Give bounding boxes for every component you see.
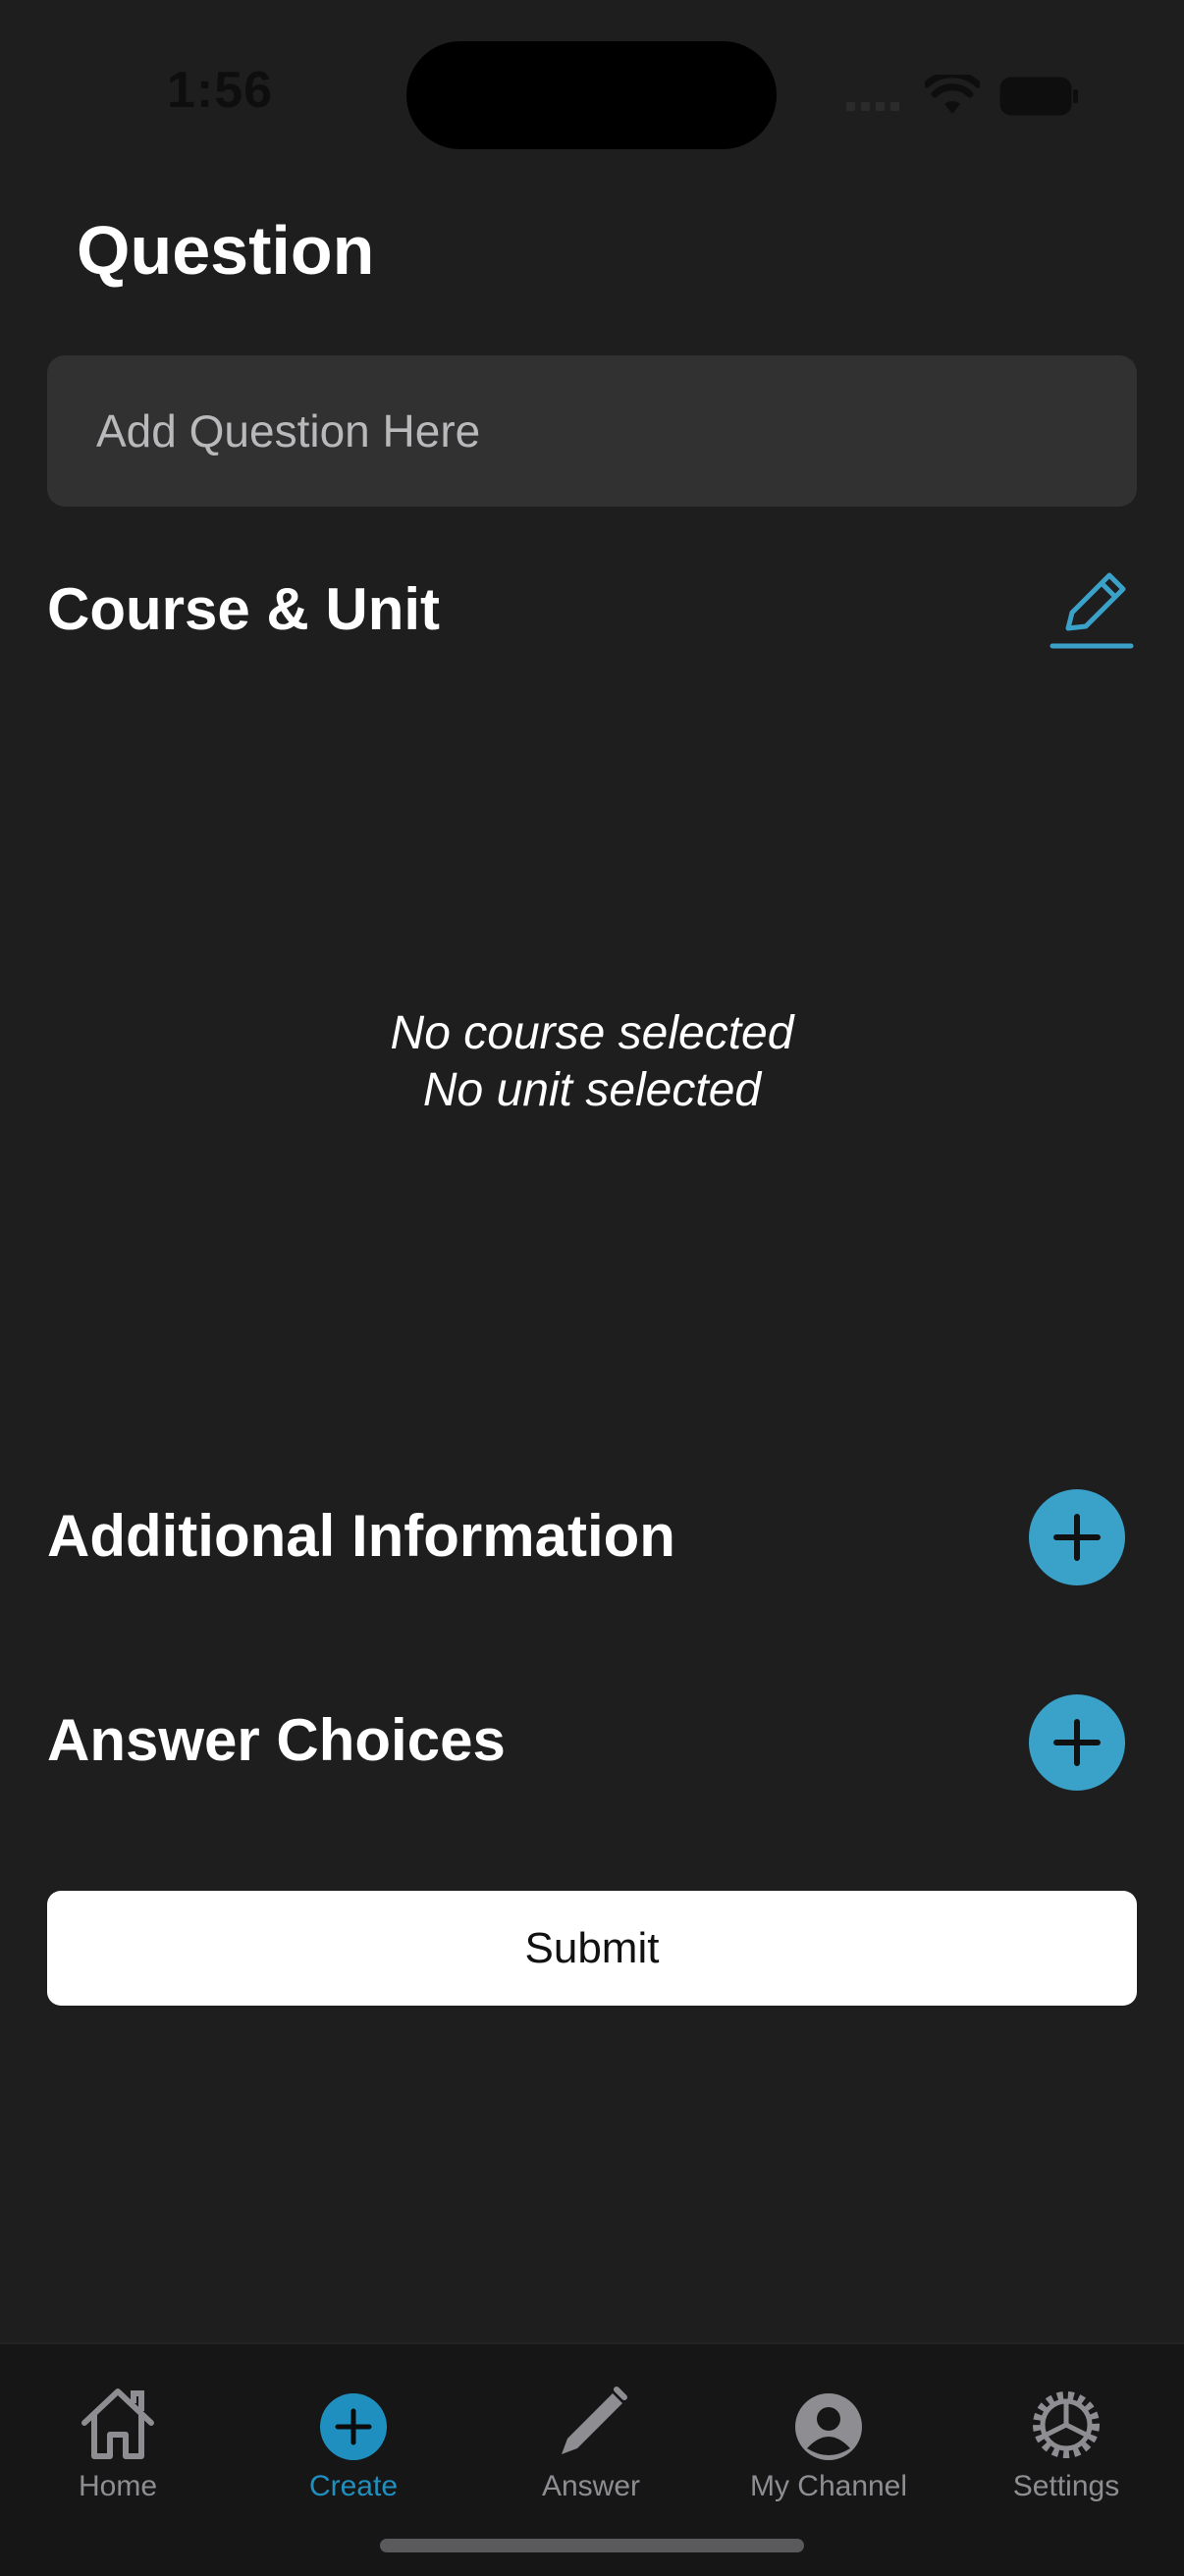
tab-answer[interactable]: Answer	[493, 2368, 689, 2503]
course-unit-heading: Course & Unit	[47, 576, 441, 642]
person-circle-icon	[795, 2393, 862, 2460]
plus-icon	[1053, 1514, 1101, 1561]
pencil-icon	[1049, 572, 1134, 649]
plus-icon	[1053, 1719, 1101, 1766]
tab-home[interactable]: Home	[20, 2368, 216, 2503]
tab-settings[interactable]: Settings	[968, 2368, 1164, 2503]
tab-my-channel[interactable]: My Channel	[730, 2368, 927, 2503]
additional-info-heading: Additional Information	[47, 1503, 675, 1569]
tab-answer-label: Answer	[541, 2470, 641, 2502]
answer-choices-heading: Answer Choices	[47, 1707, 506, 1773]
page-title: Question	[77, 212, 375, 289]
tab-create[interactable]: Create	[255, 2368, 452, 2503]
pencil-icon	[562, 2387, 627, 2454]
battery-icon	[999, 77, 1078, 116]
home-indicator	[380, 2539, 804, 2552]
course-empty-state: No course selected No unit selected	[0, 1005, 1184, 1119]
wifi-icon	[925, 75, 980, 114]
home-icon	[81, 2388, 154, 2459]
tab-settings-label: Settings	[1012, 2470, 1120, 2502]
tab-home-label: Home	[78, 2470, 158, 2502]
add-additional-info-button[interactable]	[1029, 1489, 1125, 1585]
status-bar: 1:56	[0, 0, 1184, 187]
no-unit-text: No unit selected	[422, 1064, 762, 1116]
gear-icon	[1033, 2391, 1100, 2458]
plus-circle-icon	[320, 2393, 387, 2460]
no-course-text: No course selected	[390, 1007, 794, 1059]
tab-my-channel-label: My Channel	[749, 2470, 908, 2502]
submit-button[interactable]: Submit	[47, 1891, 1137, 2006]
tab-create-label: Create	[308, 2470, 399, 2502]
cellular-signal-icon	[846, 102, 899, 111]
status-time: 1:56	[167, 62, 274, 119]
question-input[interactable]	[47, 355, 1137, 507]
add-answer-choice-button[interactable]	[1029, 1694, 1125, 1791]
edit-course-button[interactable]	[1049, 567, 1137, 652]
dynamic-island	[406, 41, 777, 149]
